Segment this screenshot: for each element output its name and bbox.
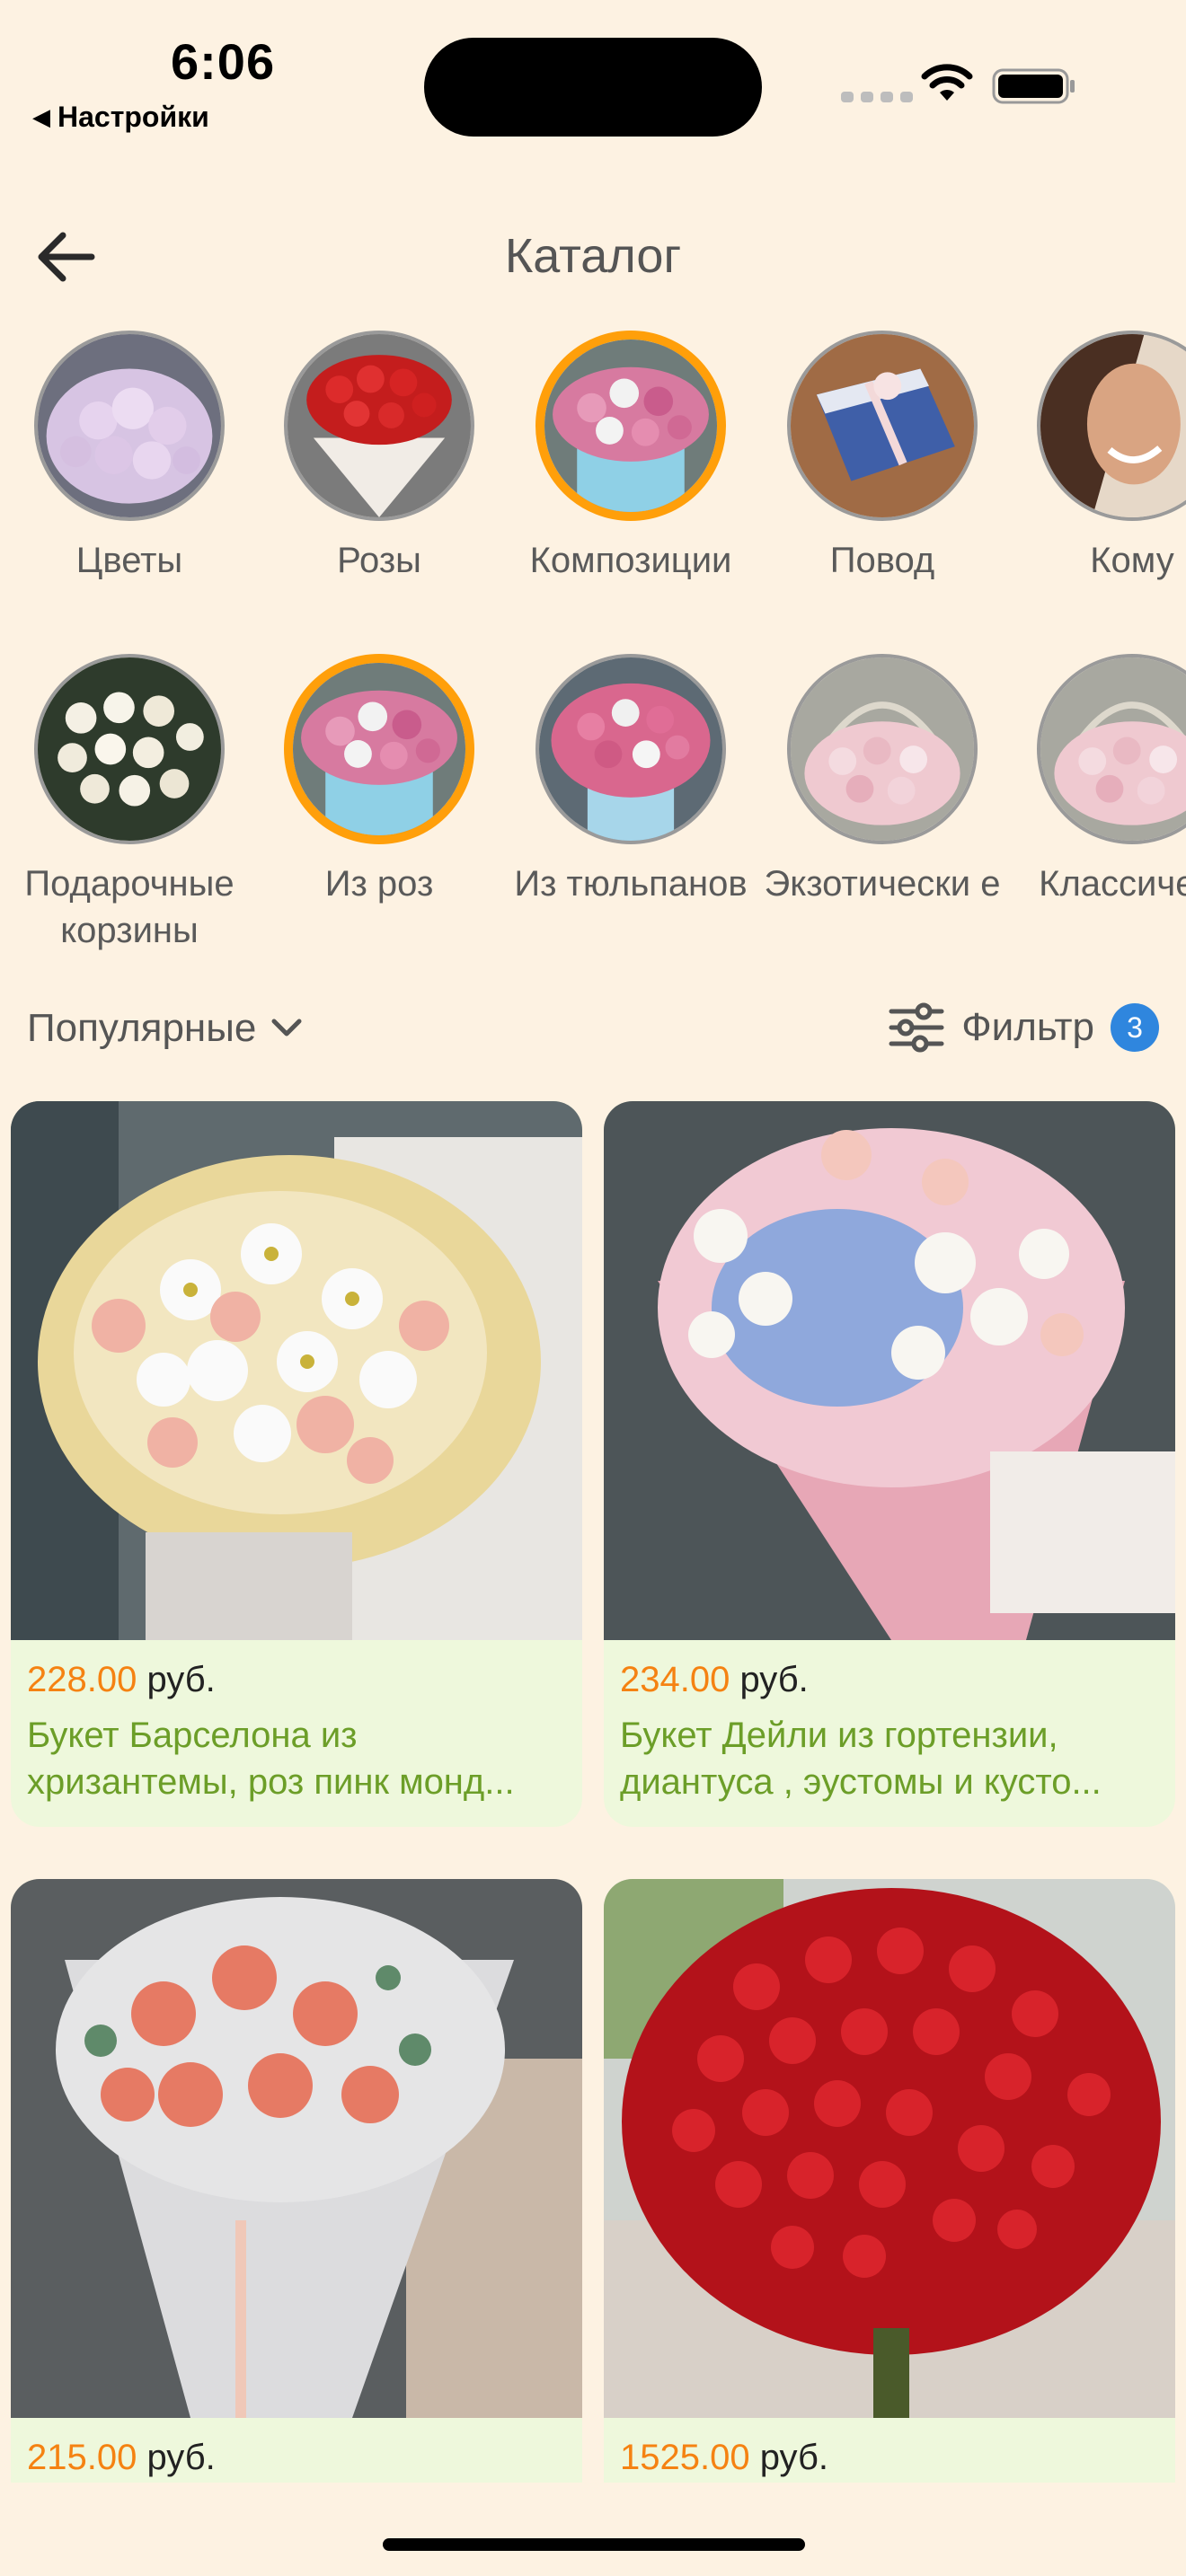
product-card[interactable]: 1525.00 руб.	[604, 1879, 1175, 2511]
product-info: 234.00 руб. Букет Дейли из гортензии, ди…	[604, 1640, 1175, 1827]
cellular-signal-icon	[841, 92, 913, 102]
sliders-icon	[889, 1002, 944, 1053]
category-flowers[interactable]: Цветы	[4, 331, 255, 584]
flower-box-image	[535, 331, 726, 521]
subcategory-exotic[interactable]: Экзотически е	[757, 654, 1008, 907]
filter-label: Фильтр	[961, 1005, 1094, 1049]
product-info: 228.00 руб. Букет Барселона из хризантем…	[11, 1640, 582, 1827]
page-title: Каталог	[504, 229, 682, 283]
pink-tulips-image	[535, 654, 726, 844]
back-to-settings-link[interactable]: ◀ Настройки	[32, 101, 209, 134]
product-name: Букет Барселона из хризантемы, роз пинк …	[27, 1716, 515, 1802]
category-occasion[interactable]: Повод	[757, 331, 1008, 584]
category-label: Из тюльпанов	[514, 864, 748, 904]
status-time: 6:06	[171, 33, 276, 90]
category-recipient[interactable]: Кому	[1006, 331, 1186, 584]
product-card[interactable]: 234.00 руб. Букет Дейли из гортензии, ди…	[604, 1101, 1175, 1827]
chevron-down-icon	[271, 1019, 302, 1037]
peony-bouquet-image	[34, 331, 225, 521]
rose-box-image	[284, 654, 474, 844]
product-image-daily	[604, 1101, 1175, 1640]
product-image-red-roses	[604, 1879, 1175, 2418]
subcategory-gift-baskets[interactable]: Подарочные корзины	[4, 654, 255, 954]
bottom-safe-area	[0, 2483, 1186, 2576]
sort-label: Популярные	[27, 1006, 257, 1050]
battery-icon	[992, 68, 1075, 104]
category-label: Экзотически е	[764, 864, 1001, 904]
category-label: Подарочные корзины	[24, 864, 235, 950]
product-price: 1525.00 руб.	[620, 2438, 828, 2477]
subcategory-from-roses[interactable]: Из роз	[253, 654, 505, 907]
product-image-barcelona	[11, 1101, 582, 1640]
category-label: Повод	[829, 541, 935, 580]
subcategory-classic[interactable]: Классиче е	[1006, 654, 1186, 907]
dynamic-island	[424, 38, 762, 137]
white-roses-basket-image	[34, 654, 225, 844]
category-roses[interactable]: Розы	[253, 331, 505, 584]
product-price: 228.00 руб.	[27, 1660, 216, 1699]
filter-count-badge: 3	[1111, 1003, 1159, 1052]
product-card[interactable]: 228.00 руб. Букет Барселона из хризантем…	[11, 1101, 582, 1827]
product-price: 215.00 руб.	[27, 2438, 216, 2477]
product-card[interactable]: 215.00 руб.	[11, 1879, 582, 2511]
red-roses-image	[284, 331, 474, 521]
category-label: Кому	[1090, 541, 1174, 580]
back-app-label: Настройки	[58, 101, 209, 133]
status-bar: 6:06 ◀ Настройки	[0, 0, 1186, 153]
product-price: 234.00 руб.	[620, 1660, 809, 1699]
product-name: Букет Дейли из гортензии, диантуса , эус…	[620, 1716, 1102, 1802]
subcategory-from-tulips[interactable]: Из тюльпанов	[505, 654, 757, 907]
wifi-icon	[921, 64, 973, 101]
category-compositions[interactable]: Композиции	[505, 331, 757, 584]
flower-basket-image	[1037, 654, 1186, 844]
product-image-coral-roses	[11, 1879, 582, 2418]
filter-button[interactable]: Фильтр 3	[888, 1002, 1159, 1053]
home-indicator[interactable]	[383, 2538, 805, 2551]
flower-basket-image	[787, 654, 978, 844]
category-label: Розы	[337, 541, 421, 580]
back-triangle-icon: ◀	[32, 103, 50, 130]
sort-dropdown[interactable]: Популярные	[27, 1006, 305, 1051]
category-label: Из роз	[324, 864, 434, 904]
category-label: Цветы	[75, 541, 183, 580]
category-label: Классиче е	[1039, 864, 1186, 904]
header: Каталог	[0, 207, 1186, 305]
gift-box-image	[787, 331, 978, 521]
category-label: Композиции	[529, 541, 732, 580]
woman-portrait-image	[1037, 331, 1186, 521]
